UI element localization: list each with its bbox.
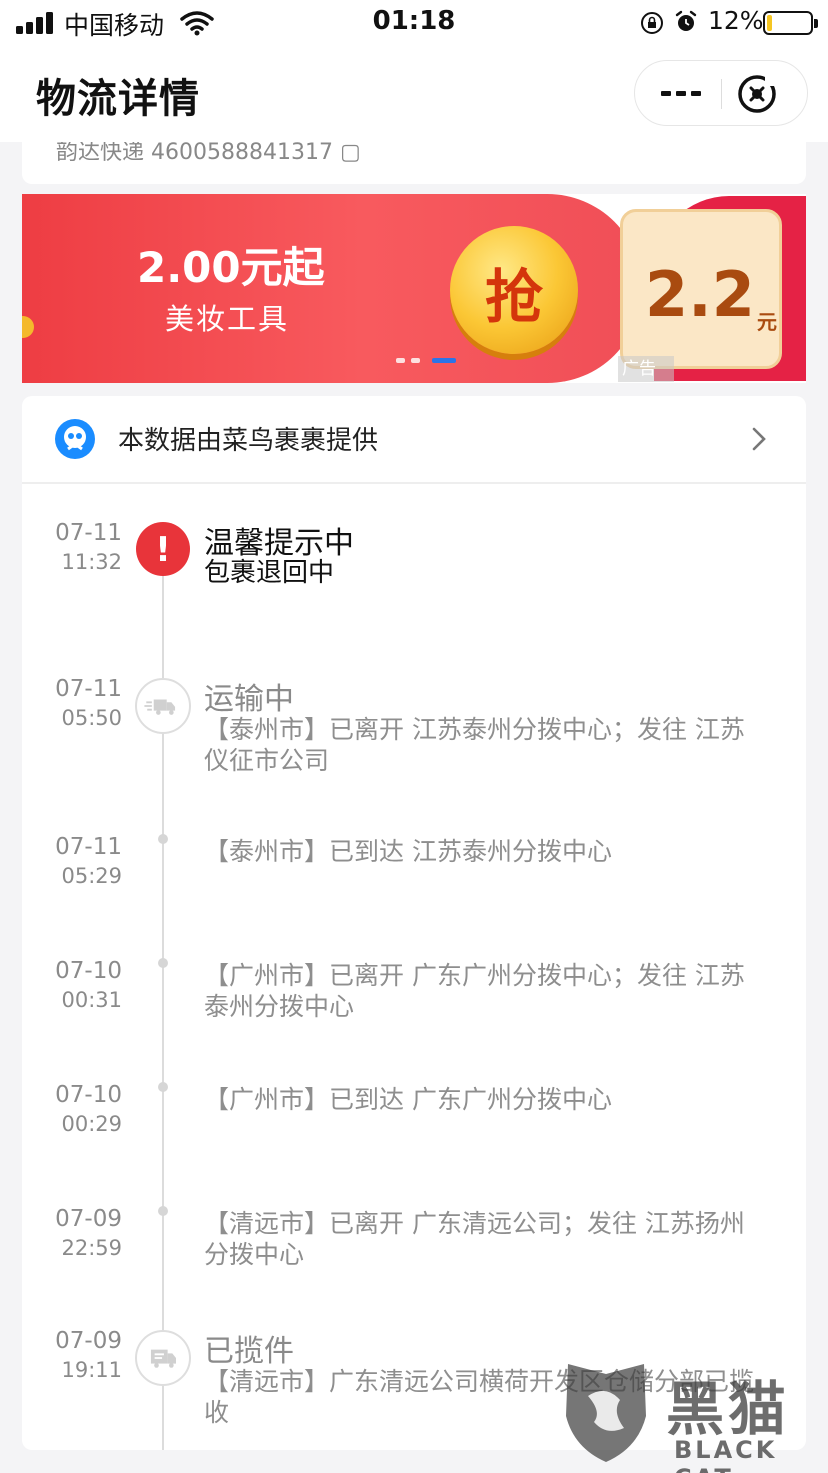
grab-coin-label: 抢 bbox=[484, 263, 543, 331]
ellipsis-icon[interactable] bbox=[655, 61, 721, 125]
entry-date: 07-11 bbox=[55, 520, 122, 546]
entry-detail: 【广州市】已离开 广东广州分拨中心；发往 江苏泰州分拨中心 bbox=[204, 961, 745, 1021]
entry-time: 05:29 bbox=[61, 864, 122, 888]
banner-page-dots bbox=[396, 358, 466, 366]
alarm-icon bbox=[675, 10, 697, 31]
close-circle-icon[interactable] bbox=[735, 72, 779, 116]
cainiao-logo-icon bbox=[55, 419, 95, 459]
capsule-divider bbox=[721, 79, 722, 109]
status-bar: 中国移动 01:18 12% bbox=[0, 0, 828, 46]
timeline-dot bbox=[158, 1082, 168, 1092]
coupon-unit: 元 bbox=[757, 310, 777, 334]
provider-text: 本数据由菜鸟裹裹提供 bbox=[118, 426, 379, 456]
tracking-number-card: 韵达快递 4600588841317 ▢ bbox=[22, 142, 806, 184]
entry-date: 07-11 bbox=[55, 834, 122, 860]
entry-status: 温馨提示中 bbox=[204, 526, 354, 561]
entry-date: 07-09 bbox=[55, 1206, 122, 1232]
entry-time: 22:59 bbox=[61, 1236, 122, 1260]
timeline-dot bbox=[158, 1206, 168, 1216]
entry-time: 00:31 bbox=[61, 988, 122, 1012]
package-icon bbox=[135, 1330, 191, 1386]
entry-detail: 【清远市】已离开 广东清远公司；发往 江苏扬州分拨中心 bbox=[204, 1209, 745, 1269]
mini-program-capsule bbox=[634, 60, 808, 126]
truck-icon bbox=[135, 678, 191, 734]
entry-detail: 包裹退回中 bbox=[204, 558, 335, 588]
blackcat-shield-icon bbox=[566, 1364, 646, 1462]
battery-percent: 12% bbox=[708, 6, 764, 35]
ad-tag: 广告 bbox=[618, 356, 674, 382]
timeline-dot bbox=[158, 958, 168, 968]
page-title: 物流详情 bbox=[36, 76, 200, 122]
entry-detail: 【广州市】已到达 广东广州分拨中心 bbox=[204, 1085, 612, 1114]
blackcat-watermark: 黑猫 BLACK CAT bbox=[556, 1356, 828, 1473]
alert-icon: ! bbox=[136, 522, 190, 576]
banner-subtitle: 美妆工具 bbox=[165, 302, 290, 336]
timeline-dot bbox=[158, 834, 168, 844]
data-provider-row[interactable]: 本数据由菜鸟裹裹提供 bbox=[22, 396, 806, 484]
coupon-card: 2.2 元 bbox=[620, 209, 782, 369]
grab-coin-button[interactable]: 抢 bbox=[450, 226, 578, 354]
page-dot bbox=[411, 358, 420, 363]
entry-time: 00:29 bbox=[61, 1112, 122, 1136]
ad-banner[interactable]: 2.00元起 美妆工具 抢 2.2 元 广告 bbox=[22, 194, 806, 383]
banner-price: 2.00元起 bbox=[137, 243, 325, 292]
coupon-amount: 2.2 bbox=[645, 258, 755, 331]
entry-time: 05:50 bbox=[61, 706, 122, 730]
watermark-cn: 黑猫 bbox=[666, 1375, 791, 1443]
orientation-lock-icon bbox=[641, 12, 663, 34]
tracking-number-text: 韵达快递 4600588841317 ▢ bbox=[56, 142, 361, 165]
battery-icon bbox=[763, 11, 818, 35]
logistics-card: 本数据由菜鸟裹裹提供 07-11 11:32 ! 温馨提示中 包裹退回中 07-… bbox=[22, 396, 806, 1450]
entry-status: 已揽件 bbox=[204, 1334, 294, 1369]
nav-bar: 物流详情 bbox=[0, 46, 828, 142]
page-dot bbox=[396, 358, 405, 363]
entry-date: 07-11 bbox=[55, 676, 122, 702]
entry-date: 07-09 bbox=[55, 1328, 122, 1354]
entry-detail: 【泰州市】已离开 江苏泰州分拨中心；发往 江苏仪征市公司 bbox=[204, 715, 745, 775]
entry-time: 11:32 bbox=[61, 550, 122, 574]
watermark-en: BLACK CAT bbox=[674, 1436, 778, 1473]
page-dot-active bbox=[432, 358, 456, 363]
entry-date: 07-10 bbox=[55, 1082, 122, 1108]
entry-detail: 【泰州市】已到达 江苏泰州分拨中心 bbox=[204, 837, 612, 866]
entry-status: 运输中 bbox=[204, 682, 294, 717]
entry-time: 19:11 bbox=[61, 1358, 122, 1382]
clock: 01:18 bbox=[372, 6, 456, 36]
chevron-right-icon bbox=[752, 427, 766, 451]
entry-date: 07-10 bbox=[55, 958, 122, 984]
